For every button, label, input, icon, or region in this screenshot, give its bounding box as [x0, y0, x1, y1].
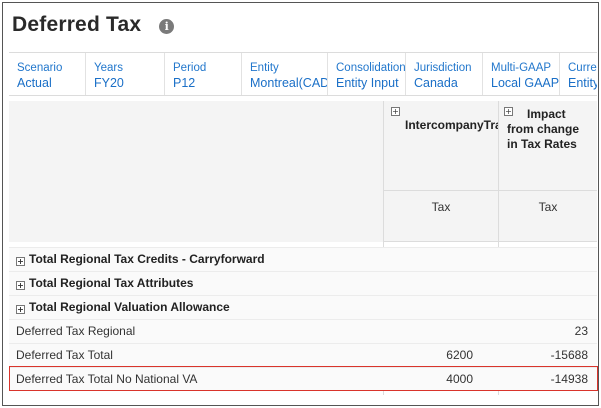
column-title-line: Impact: [527, 107, 566, 121]
expand-icon[interactable]: +: [16, 257, 25, 266]
data-grid: + IntercompanyTra Tax + Impact from chan…: [9, 101, 597, 395]
pov-consolidation[interactable]: Consolidation Entity Input: [328, 53, 406, 95]
cell-impact[interactable]: -15688: [551, 348, 588, 362]
pov-dimension-label: Scenario: [17, 62, 63, 74]
pov-member-value[interactable]: Canada: [414, 76, 474, 91]
row-header-area: [9, 101, 383, 242]
pov-multi-gaap[interactable]: Multi-GAAP Local GAAP: [483, 53, 560, 95]
title-row: Deferred Tax i: [12, 10, 175, 40]
pov-period[interactable]: Period P12: [165, 53, 242, 95]
info-icon[interactable]: i: [159, 18, 175, 34]
pov-dimension-label: Entity: [250, 62, 279, 74]
column-title-line: in Tax Rates: [507, 137, 577, 151]
pov-dimension-label: Period: [173, 62, 207, 74]
table-row[interactable]: Deferred Tax Regional 23: [9, 319, 597, 343]
row-label[interactable]: + Total Regional Valuation Allowance: [16, 300, 230, 314]
column-header[interactable]: + IntercompanyTra: [384, 101, 502, 191]
pov-dimension-label: Curren: [568, 62, 597, 74]
pov-bar: Scenario Actual Years FY20 Period P12 En…: [9, 52, 597, 96]
table-row[interactable]: Deferred Tax Total 6200 -15688: [9, 343, 597, 367]
row-label[interactable]: + Total Regional Tax Credits - Carryforwa…: [16, 252, 265, 266]
cell-impact[interactable]: -14938: [551, 372, 588, 386]
pov-member-value[interactable]: P12: [173, 76, 233, 91]
pov-member-value[interactable]: FY20: [94, 76, 156, 91]
expand-icon[interactable]: +: [16, 281, 25, 290]
row-label-text: Total Regional Tax Attributes: [29, 276, 194, 290]
pov-currency[interactable]: Curren Entity: [560, 53, 597, 95]
pov-dimension-label: Consolidation: [336, 62, 406, 74]
page-title: Deferred Tax: [12, 13, 142, 36]
pov-scenario[interactable]: Scenario Actual: [9, 53, 86, 95]
pov-entity[interactable]: Entity Montreal(CAD): [242, 53, 328, 95]
row-label-text: Total Regional Valuation Allowance: [29, 300, 230, 314]
pov-years[interactable]: Years FY20: [86, 53, 165, 95]
column-subheader: Tax: [384, 191, 498, 242]
table-row[interactable]: + Total Regional Valuation Allowance: [9, 295, 597, 319]
row-label[interactable]: + Total Regional Tax Attributes: [16, 276, 193, 290]
column-title-line: from change: [507, 122, 580, 136]
pov-member-value[interactable]: Local GAAP: [491, 76, 559, 91]
row-label-text: Total Regional Tax Credits - Carryforwar…: [29, 252, 265, 266]
pov-member-value[interactable]: Actual: [17, 76, 77, 91]
column-title: IntercompanyTra: [405, 118, 502, 132]
row-label: Deferred Tax Total No National VA: [16, 372, 198, 386]
pov-dimension-label: Years: [94, 62, 123, 74]
column-header[interactable]: + Impact from change in Tax Rates: [499, 101, 597, 191]
table-row[interactable]: Deferred Tax Total No National VA 4000 -…: [9, 367, 597, 391]
pov-member-value[interactable]: Entity Input: [336, 76, 399, 91]
pov-jurisdiction[interactable]: Jurisdiction Canada: [406, 53, 483, 95]
pov-member-value[interactable]: Montreal(CAD): [250, 76, 327, 91]
expand-icon[interactable]: +: [504, 107, 513, 116]
expand-icon[interactable]: +: [16, 305, 25, 314]
table-row[interactable]: + Total Regional Tax Credits - Carryforwa…: [9, 247, 597, 271]
column-subheader: Tax: [499, 191, 597, 242]
cell-impact[interactable]: 23: [575, 324, 588, 338]
row-label: Deferred Tax Total: [16, 348, 113, 362]
pov-member-value[interactable]: Entity: [568, 76, 597, 91]
expand-icon[interactable]: +: [391, 107, 400, 116]
pov-dimension-label: Jurisdiction: [414, 62, 472, 74]
pov-dimension-label: Multi-GAAP: [491, 62, 552, 74]
cell-intercompany[interactable]: 6200: [446, 348, 473, 362]
cell-intercompany[interactable]: 4000: [446, 372, 473, 386]
table-row[interactable]: + Total Regional Tax Attributes: [9, 271, 597, 295]
row-label: Deferred Tax Regional: [16, 324, 136, 338]
